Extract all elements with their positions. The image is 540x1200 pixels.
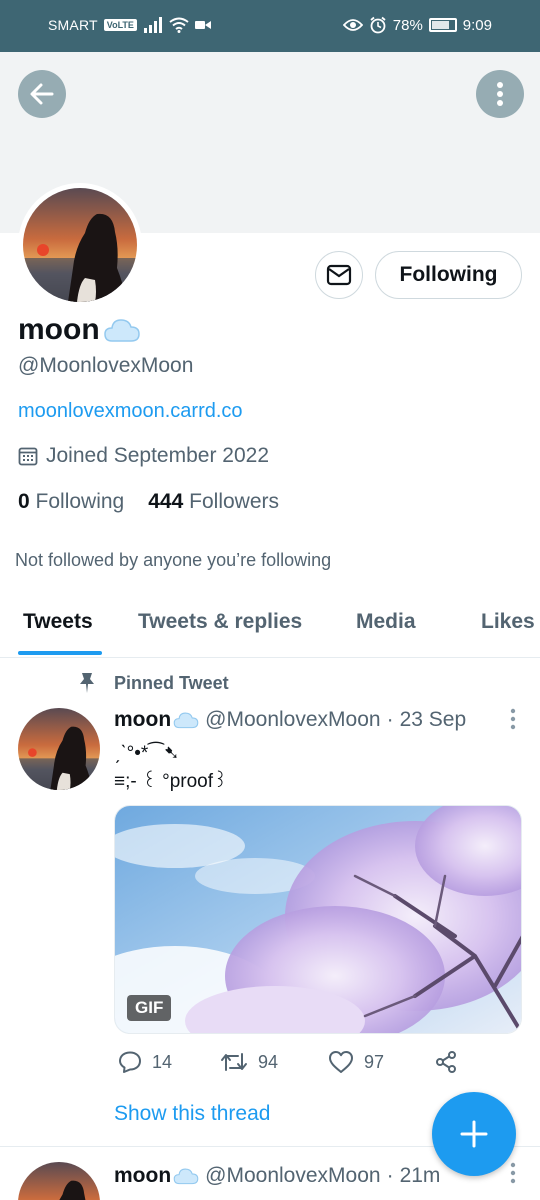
cloud-icon (173, 1168, 199, 1185)
share-button[interactable] (434, 1050, 458, 1074)
heart-icon (329, 1051, 353, 1073)
back-button[interactable] (18, 70, 66, 118)
tweet-avatar-image (18, 708, 100, 790)
profile-website-link[interactable]: moonlovexmoon.carrd.co (18, 400, 243, 423)
profile-name-text: moon (18, 313, 100, 346)
volte-badge: VoLTE (103, 19, 137, 31)
reply-button[interactable]: 14 (118, 1050, 172, 1074)
followers-count-link[interactable]: 444 Followers (148, 490, 279, 514)
media-image (115, 806, 521, 1033)
arrow-left-icon (30, 83, 54, 105)
tweet-author-name[interactable]: moon (114, 1164, 171, 1188)
compose-tweet-button[interactable] (432, 1092, 516, 1176)
battery-fill (431, 21, 449, 29)
joined-date: Joined September 2022 (18, 444, 269, 468)
like-button[interactable]: 97 (328, 1050, 384, 1074)
tweet-avatar-image (18, 1162, 100, 1200)
alarm-icon (370, 16, 386, 34)
more-vertical-icon (510, 1162, 516, 1184)
tab-media[interactable]: Media (356, 610, 416, 634)
profile-name: moon (18, 313, 140, 347)
tweet-more-button[interactable] (510, 1162, 516, 1189)
following-count: 0 (18, 490, 30, 513)
plus-icon (460, 1120, 488, 1148)
tweet-author-handle[interactable]: @MoonlovexMoon (205, 1164, 380, 1188)
profile-tabs: Tweets Tweets & replies Media Likes (0, 596, 540, 658)
envelope-icon (326, 264, 352, 286)
clock: 9:09 (462, 16, 492, 34)
carrier-name: SMART (48, 17, 98, 33)
reply-icon (119, 1051, 141, 1073)
battery-icon (428, 18, 457, 32)
retweet-count: 94 (258, 1051, 279, 1072)
profile-avatar[interactable] (18, 183, 142, 307)
share-icon (436, 1051, 456, 1073)
status-right: 78% 9:09 (342, 16, 492, 34)
followers-count: 444 (148, 490, 184, 513)
followers-count-label: Followers (189, 490, 279, 513)
tweet-media-gif[interactable]: GIF (114, 805, 522, 1034)
status-bar: SMART VoLTE 78% 9:09 (0, 0, 540, 52)
tab-likes[interactable]: Likes (481, 610, 535, 634)
signal-icon (143, 17, 162, 33)
tab-tweets[interactable]: Tweets (23, 610, 93, 634)
like-count: 97 (364, 1051, 385, 1072)
joined-text: Joined September 2022 (46, 444, 269, 467)
tweet-text: ˏˋ°•*⁀➷ ≡;- ꒰ °proof꒱ (114, 740, 228, 796)
pinned-label: Pinned Tweet (78, 672, 229, 694)
following-button[interactable]: Following (375, 251, 522, 299)
tweet-time[interactable]: 23 Sep (400, 708, 467, 732)
tab-tweets-replies[interactable]: Tweets & replies (138, 610, 302, 634)
tweet-text-line1: ˏˋ°•*⁀➷ (114, 743, 180, 764)
pin-icon (80, 673, 94, 693)
not-followed-note: Not followed by anyone you’re following (15, 550, 332, 570)
more-vertical-icon (510, 708, 516, 730)
wifi-icon (169, 17, 189, 33)
tweet-header: moon @MoonlovexMoon · 21m (114, 1164, 440, 1188)
retweet-button[interactable]: 94 (220, 1050, 278, 1074)
tweet-header: moon @MoonlovexMoon · 23 Sep (114, 708, 466, 732)
profile-handle: @MoonlovexMoon (18, 354, 194, 377)
pinned-text: Pinned Tweet (114, 672, 229, 693)
status-left: SMART VoLTE (48, 17, 211, 33)
eye-icon (342, 19, 363, 31)
cloud-icon (173, 712, 199, 729)
more-vertical-icon (497, 82, 503, 106)
battery-percent: 78% (392, 16, 423, 34)
following-count-link[interactable]: 0 Following (18, 490, 124, 514)
tweet-separator: · (386, 1164, 394, 1187)
tweet-separator: · (386, 708, 394, 731)
tweet-actions: 14 94 97 (114, 1050, 522, 1080)
gif-badge: GIF (127, 995, 172, 1021)
reply-count: 14 (152, 1051, 173, 1072)
tweet-author-handle[interactable]: @MoonlovexMoon (205, 708, 380, 732)
tweet-avatar[interactable] (18, 1162, 100, 1200)
video-camera-icon (194, 21, 211, 29)
avatar-image (23, 188, 137, 302)
following-count-label: Following (35, 490, 125, 513)
tweet-text-line2: ≡;- ꒰ °proof꒱ (114, 771, 228, 792)
retweet-icon (221, 1053, 247, 1071)
tweet-more-button[interactable] (510, 708, 516, 735)
active-tab-indicator (18, 651, 102, 655)
calendar-icon (18, 447, 38, 466)
tweet-author-name[interactable]: moon (114, 708, 171, 732)
tweet-time[interactable]: 21m (400, 1164, 441, 1188)
show-thread-link[interactable]: Show this thread (114, 1102, 270, 1126)
follow-counts: 0 Following 444 Followers (18, 490, 279, 514)
more-options-button[interactable] (476, 70, 524, 118)
tweet-avatar[interactable] (18, 708, 100, 790)
cloud-icon (103, 319, 140, 342)
message-button[interactable] (315, 251, 363, 299)
